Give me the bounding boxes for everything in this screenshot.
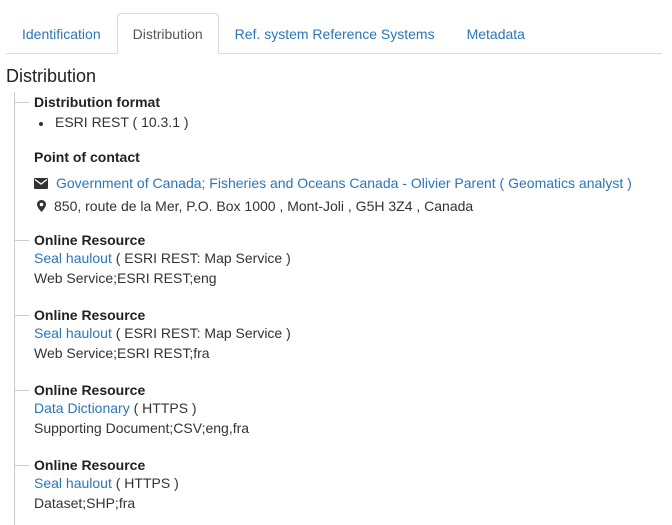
resource-description: Dataset;SHP;fra	[34, 495, 136, 511]
online-resource-title: Online Resource	[34, 232, 146, 248]
resource-protocol: ( ESRI REST: Map Service )	[111, 250, 291, 266]
online-resource-link-row: Seal haulout ( ESRI REST: Map Service )	[34, 325, 291, 341]
envelope-icon	[34, 176, 48, 192]
tab-distribution[interactable]: Distribution	[116, 13, 219, 54]
point-of-contact-title: Point of contact	[34, 149, 140, 165]
tab-metadata[interactable]: Metadata	[451, 13, 541, 53]
map-marker-icon	[37, 199, 46, 215]
resource-description: Web Service;ESRI REST;eng	[34, 270, 217, 286]
contact-email-link[interactable]: Government of Canada; Fisheries and Ocea…	[56, 175, 632, 191]
online-resource-title: Online Resource	[34, 457, 146, 473]
resource-protocol: ( ESRI REST: Map Service )	[111, 325, 291, 341]
section-title: Distribution	[6, 66, 97, 86]
tab-bar: Identification Distribution Ref. system …	[6, 12, 662, 54]
online-resource-title: Online Resource	[34, 307, 146, 323]
contact-email-row: Government of Canada; Fisheries and Ocea…	[34, 175, 632, 192]
resource-link[interactable]: Seal haulout	[34, 475, 112, 491]
resource-protocol: ( HTTPS )	[129, 400, 197, 416]
resource-description: Web Service;ESRI REST;fra	[34, 345, 210, 361]
distribution-tree: Distribution format ESRI REST ( 10.3.1 )…	[14, 92, 665, 525]
online-resource-title: Online Resource	[34, 382, 146, 398]
tab-reference-systems[interactable]: Ref. system Reference Systems	[219, 13, 451, 53]
resource-link[interactable]: Seal haulout	[34, 325, 112, 341]
contact-address-row: 850, route de la Mer, P.O. Box 1000 , Mo…	[34, 198, 473, 215]
resource-protocol: ( HTTPS )	[111, 475, 179, 491]
online-resource-link-row: Data Dictionary ( HTTPS )	[34, 400, 197, 416]
resource-link[interactable]: Seal haulout	[34, 250, 112, 266]
online-resource-link-row: Seal haulout ( ESRI REST: Map Service )	[34, 250, 291, 266]
contact-address: 850, route de la Mer, P.O. Box 1000 , Mo…	[54, 198, 474, 214]
distribution-format-item: ESRI REST ( 10.3.1 )	[55, 114, 189, 130]
tab-identification[interactable]: Identification	[6, 13, 117, 53]
list-bullet	[39, 122, 43, 126]
distribution-format-title: Distribution format	[34, 94, 160, 110]
resource-link[interactable]: Data Dictionary	[34, 400, 130, 416]
online-resource-link-row: Seal haulout ( HTTPS )	[34, 475, 179, 491]
resource-description: Supporting Document;CSV;eng,fra	[34, 420, 250, 436]
